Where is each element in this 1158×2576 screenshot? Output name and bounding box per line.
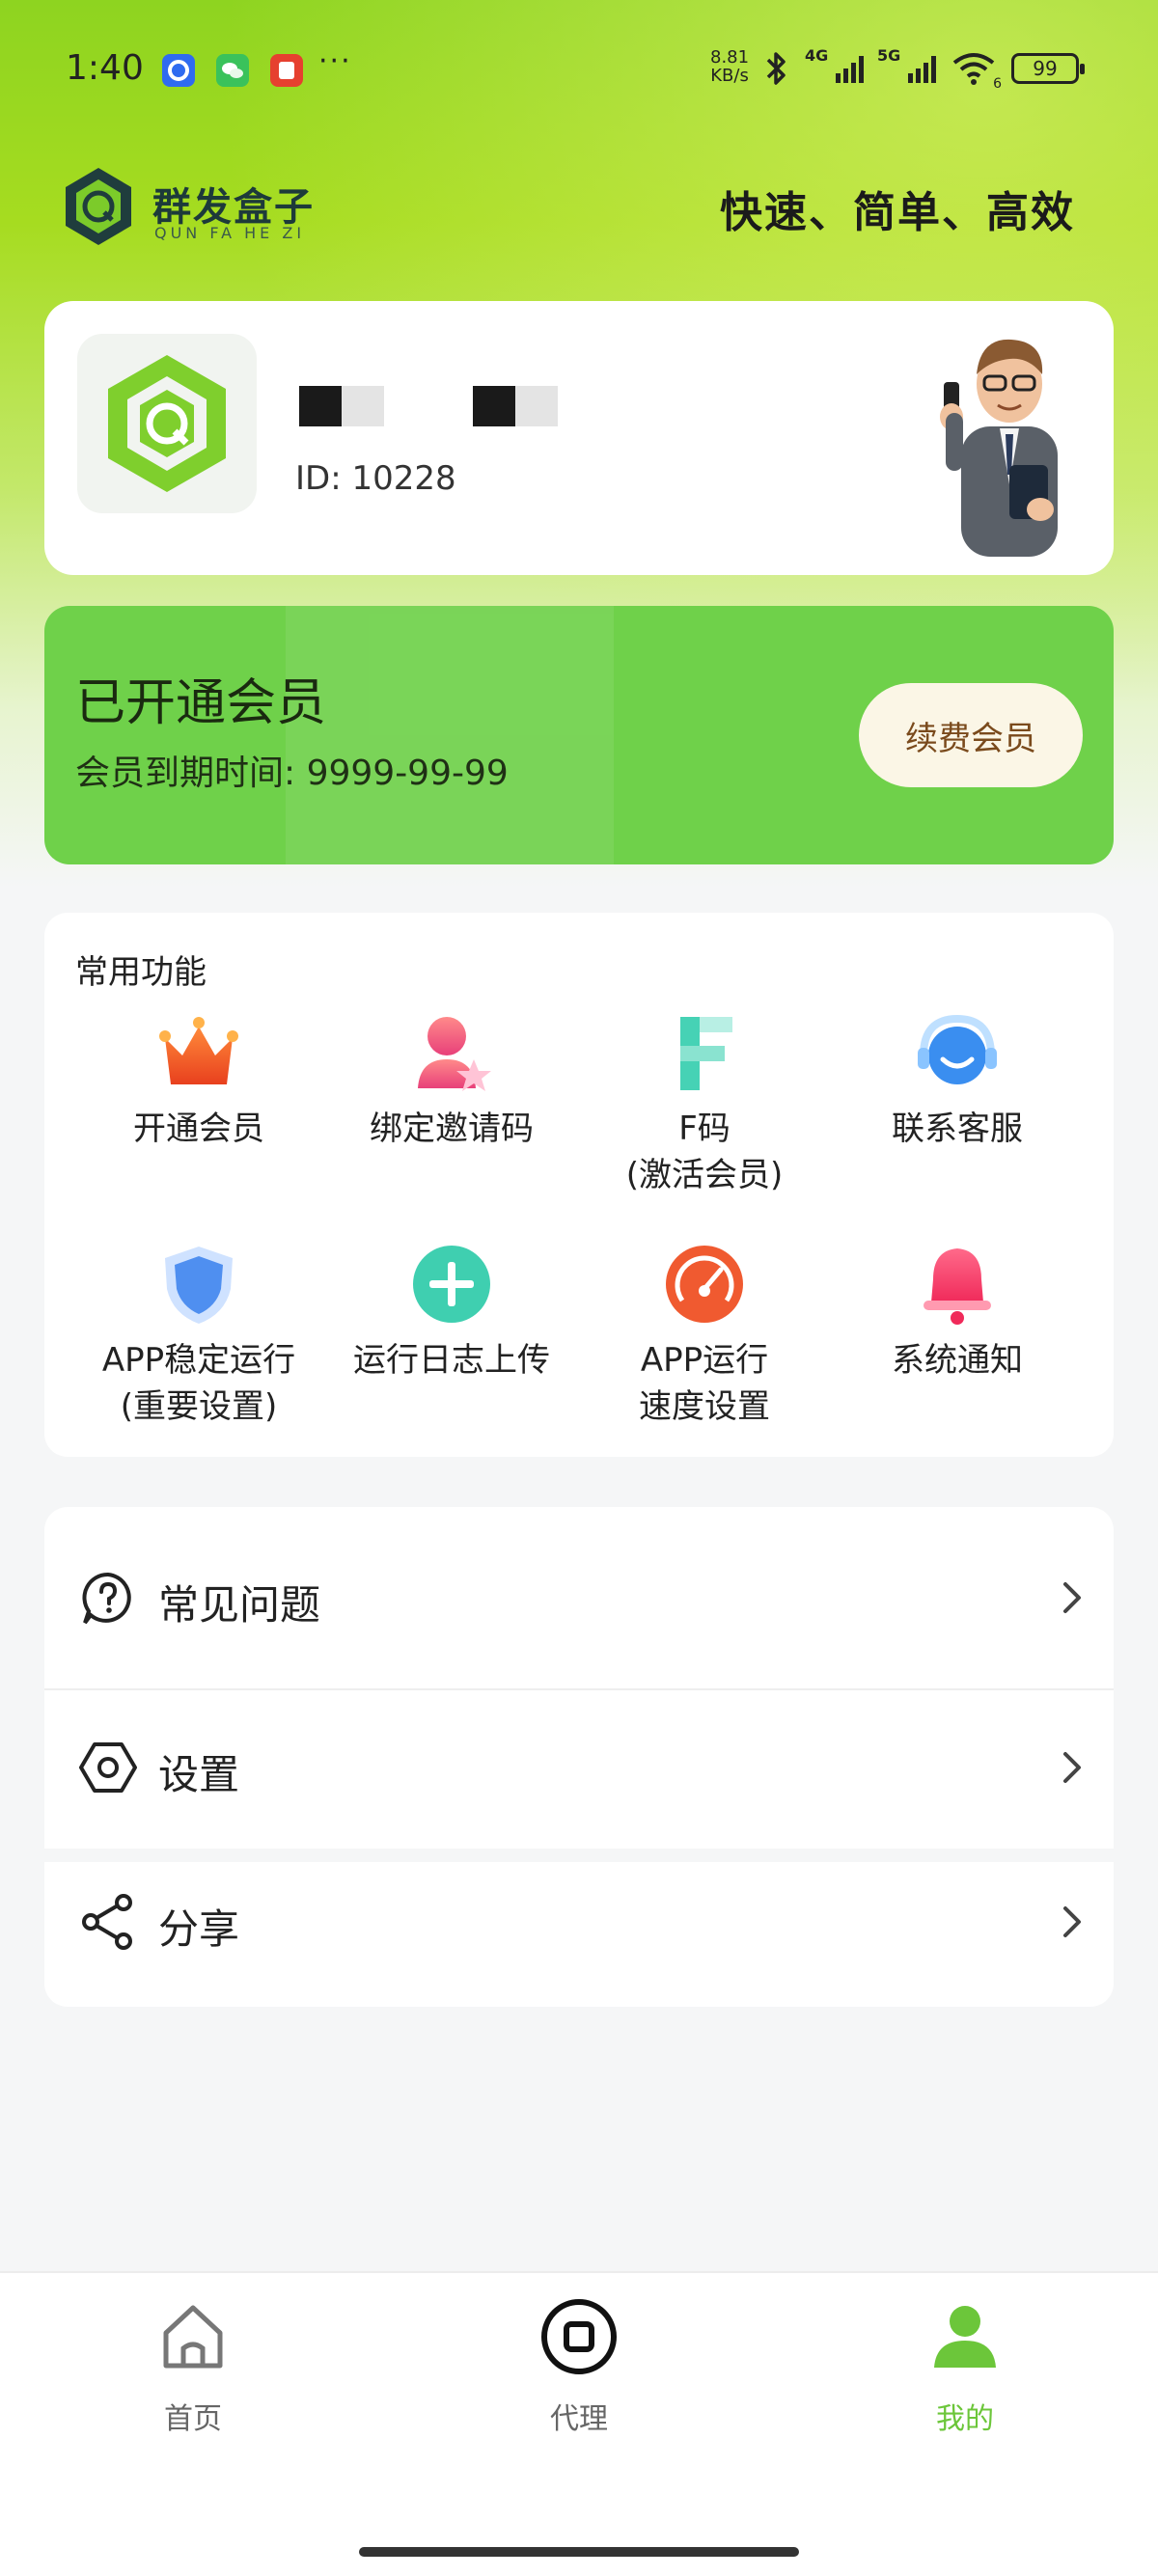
func-label: 开通会员 [133,1110,264,1148]
chevron-right-icon [1063,1582,1081,1613]
renew-vip-button[interactable]: 续费会员 [859,683,1083,787]
network-speed-unit: KB/s [710,66,749,86]
func-bind-invite-code[interactable]: 绑定邀请码 [324,1009,579,1152]
func-label: APP运行 速度设置 [639,1341,770,1426]
func-system-notice[interactable]: 系统通知 [830,1241,1085,1384]
func-label: 系统通知 [892,1341,1023,1380]
logo-subtitle: QUN FA HE ZI [154,224,306,242]
home-icon [163,2305,223,2369]
nav-agent-label: 代理 [550,2402,608,2436]
profile-card[interactable]: ID: 10228 [44,301,1114,575]
slogan: 快速、简单、高效 [720,188,1075,237]
nav-mine-label: 我的 [936,2402,994,2436]
common-functions-title: 常用功能 [75,953,207,992]
menu-share-label: 分享 [158,1905,240,1953]
menu-share[interactable]: 分享 [44,1862,1114,2007]
menu-faq[interactable]: 常见问题 [44,1507,1114,1688]
nav-home[interactable]: 首页 [96,2298,290,2437]
crown-icon [159,1017,238,1084]
menu-settings[interactable]: 设置 [44,1690,1114,1849]
agent-icon [541,2299,617,2374]
menu-settings-label: 设置 [158,1751,240,1798]
vip-card: 已开通会员 会员到期时间: 9999-99-99 续费会员 [44,606,1114,864]
func-label: 运行日志上传 [353,1341,550,1380]
vip-expire-time: 会员到期时间: 9999-99-99 [75,754,509,793]
question-icon [82,1572,131,1625]
func-app-stable-run[interactable]: APP稳定运行 (重要设置) [71,1241,326,1430]
status-time: 1:40 [66,48,144,88]
func-label: 联系客服 [892,1110,1023,1148]
func-open-vip[interactable]: 开通会员 [71,1009,326,1152]
network-speed: 8.81 KB/s [710,48,749,85]
func-label: F码 (激活会员) [625,1110,784,1194]
bluetooth-icon [766,52,786,85]
bottom-nav: 首页 代理 我的 [0,2271,1158,2576]
share-icon [82,1894,132,1950]
signal-4g-label: 4G [805,46,829,65]
user-star-icon [418,1017,491,1091]
bell-icon [924,1248,991,1325]
browser-app-icon [162,54,195,87]
speedometer-icon [666,1246,743,1323]
wifi-generation: 6 [993,76,1002,92]
cell-signal-4g-icon: 4G [805,46,864,83]
nav-agent[interactable]: 代理 [482,2298,676,2437]
status-more-dots: ··· [318,44,352,78]
f-code-icon [680,1017,732,1090]
avatar-logo-icon [108,355,226,492]
func-contact-service[interactable]: 联系客服 [830,1009,1085,1152]
hexagon-settings-icon [79,1742,137,1793]
signal-5g-label: 5G [877,46,901,65]
profile-icon [934,2306,996,2368]
func-app-speed-setting[interactable]: APP运行 速度设置 [577,1241,832,1430]
plus-circle-icon [413,1246,490,1323]
func-f-code[interactable]: F码 (激活会员) [577,1009,832,1198]
home-indicator[interactable] [359,2547,799,2557]
shield-icon [165,1247,233,1324]
cell-signal-5g-icon: 5G [877,46,936,83]
businessman-mascot-icon [940,339,1058,557]
customer-service-icon [918,1014,997,1084]
chevron-right-icon [1063,1752,1081,1783]
wifi-icon: 6 [951,51,1002,92]
status-bar: 1:40 ··· 8.81 KB/s 4G 5G 6 99 [0,0,1158,135]
status-icons: 4G 5G 6 99 [762,46,1085,92]
app-logo: 群发盒子 QUN FA HE ZI [60,164,349,251]
nav-home-label: 首页 [164,2402,222,2436]
common-functions-card: 常用功能 开通会员 绑定邀请码 F码 (激活会员) 联系客服 APP稳定运行 (… [44,913,1114,1457]
network-speed-value: 8.81 [710,47,750,68]
func-upload-log[interactable]: 运行日志上传 [324,1241,579,1384]
chevron-right-icon [1063,1906,1081,1937]
menu-faq-label: 常见问题 [158,1581,321,1629]
battery-icon: 99 [1011,53,1085,84]
user-id: ID: 10228 [295,459,456,498]
func-label: APP稳定运行 (重要设置) [101,1341,296,1426]
func-label: 绑定邀请码 [370,1110,534,1148]
shopping-app-icon [270,54,303,87]
logo-hexagon-icon [66,168,131,245]
wechat-icon [216,54,249,87]
nav-mine[interactable]: 我的 [868,2298,1062,2437]
vip-status-title: 已开通会员 [75,674,327,732]
avatar[interactable] [77,334,257,513]
